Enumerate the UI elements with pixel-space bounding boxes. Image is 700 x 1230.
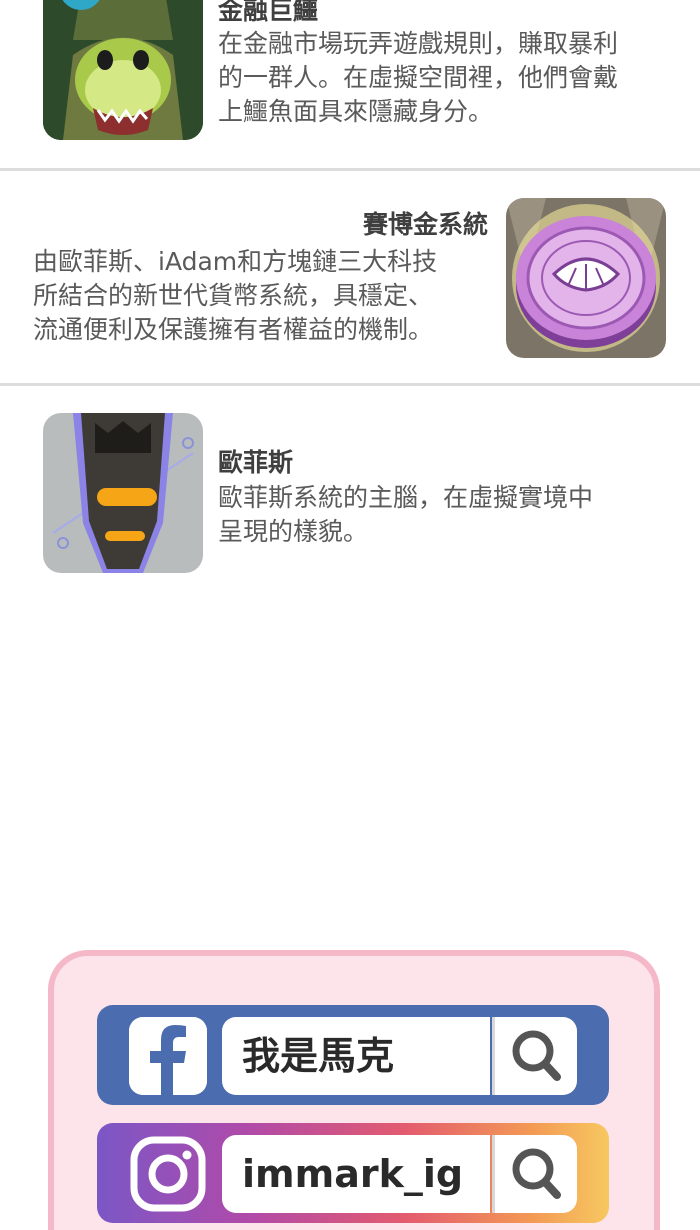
instagram-search-bar[interactable]: immark_ig (97, 1123, 609, 1223)
search-icon (512, 1030, 561, 1081)
entry-title: 賽博金系統 (362, 210, 488, 239)
crocodile-mask-illustration (43, 0, 203, 140)
facebook-search-bar[interactable]: 我是馬克 (97, 1005, 609, 1105)
entry-description: 在金融市場玩弄遊戲規則，賺取暴利 的一群人。在虛擬空間裡，他們會戴 上鱷魚面具來… (218, 29, 619, 126)
divider (0, 383, 700, 386)
entry-title: 金融巨鱷 (218, 0, 319, 25)
facebook-icon (129, 1017, 207, 1095)
entry-description: 歐菲斯系統的主腦，在虛擬實境中 呈現的樣貌。 (218, 483, 594, 546)
search-button[interactable] (492, 1135, 577, 1213)
entry-description: 由歐菲斯、iAdam和方塊鏈三大科技 所結合的新世代貨幣系統，具穩定、 流通便利… (33, 247, 438, 344)
search-icon (512, 1148, 561, 1199)
search-button[interactable] (492, 1017, 577, 1095)
facebook-page-name: 我是馬克 (222, 1017, 490, 1095)
entry-title: 歐菲斯 (218, 448, 294, 477)
divider (0, 168, 700, 171)
instagram-account-name: immark_ig (222, 1135, 490, 1213)
instagram-icon (129, 1135, 207, 1213)
orpheus-robot-illustration (43, 413, 203, 573)
cyber-coin-illustration (506, 198, 666, 358)
